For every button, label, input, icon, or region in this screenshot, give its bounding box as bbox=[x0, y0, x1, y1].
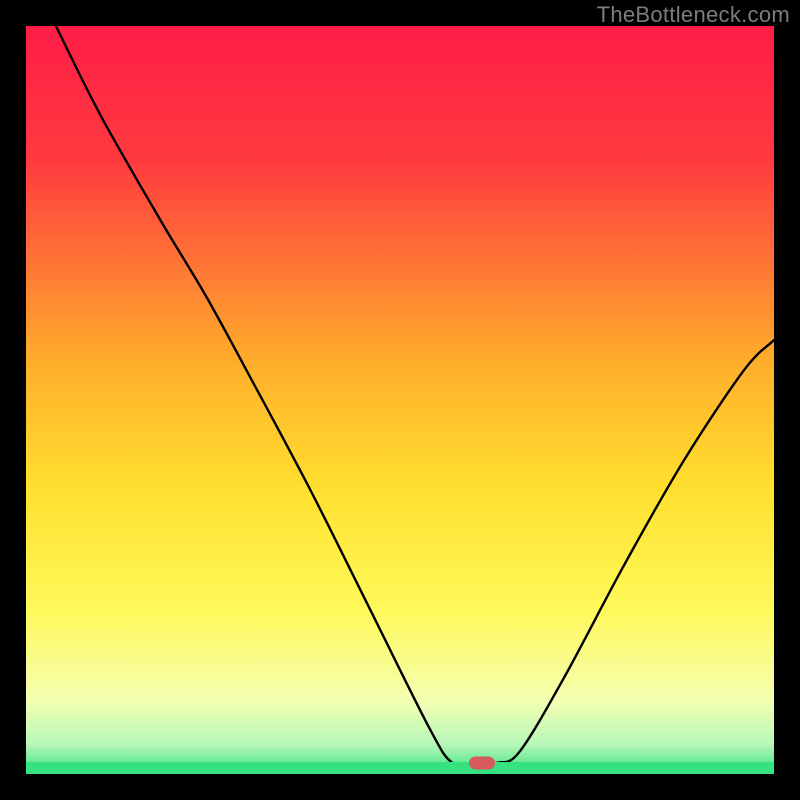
minimum-marker bbox=[469, 756, 495, 769]
baseline-band bbox=[26, 762, 774, 774]
watermark-text: TheBottleneck.com bbox=[597, 2, 790, 28]
chart-container: TheBottleneck.com bbox=[0, 0, 800, 800]
plot-area bbox=[26, 26, 774, 774]
chart-svg bbox=[26, 26, 774, 774]
gradient-background bbox=[26, 26, 774, 774]
